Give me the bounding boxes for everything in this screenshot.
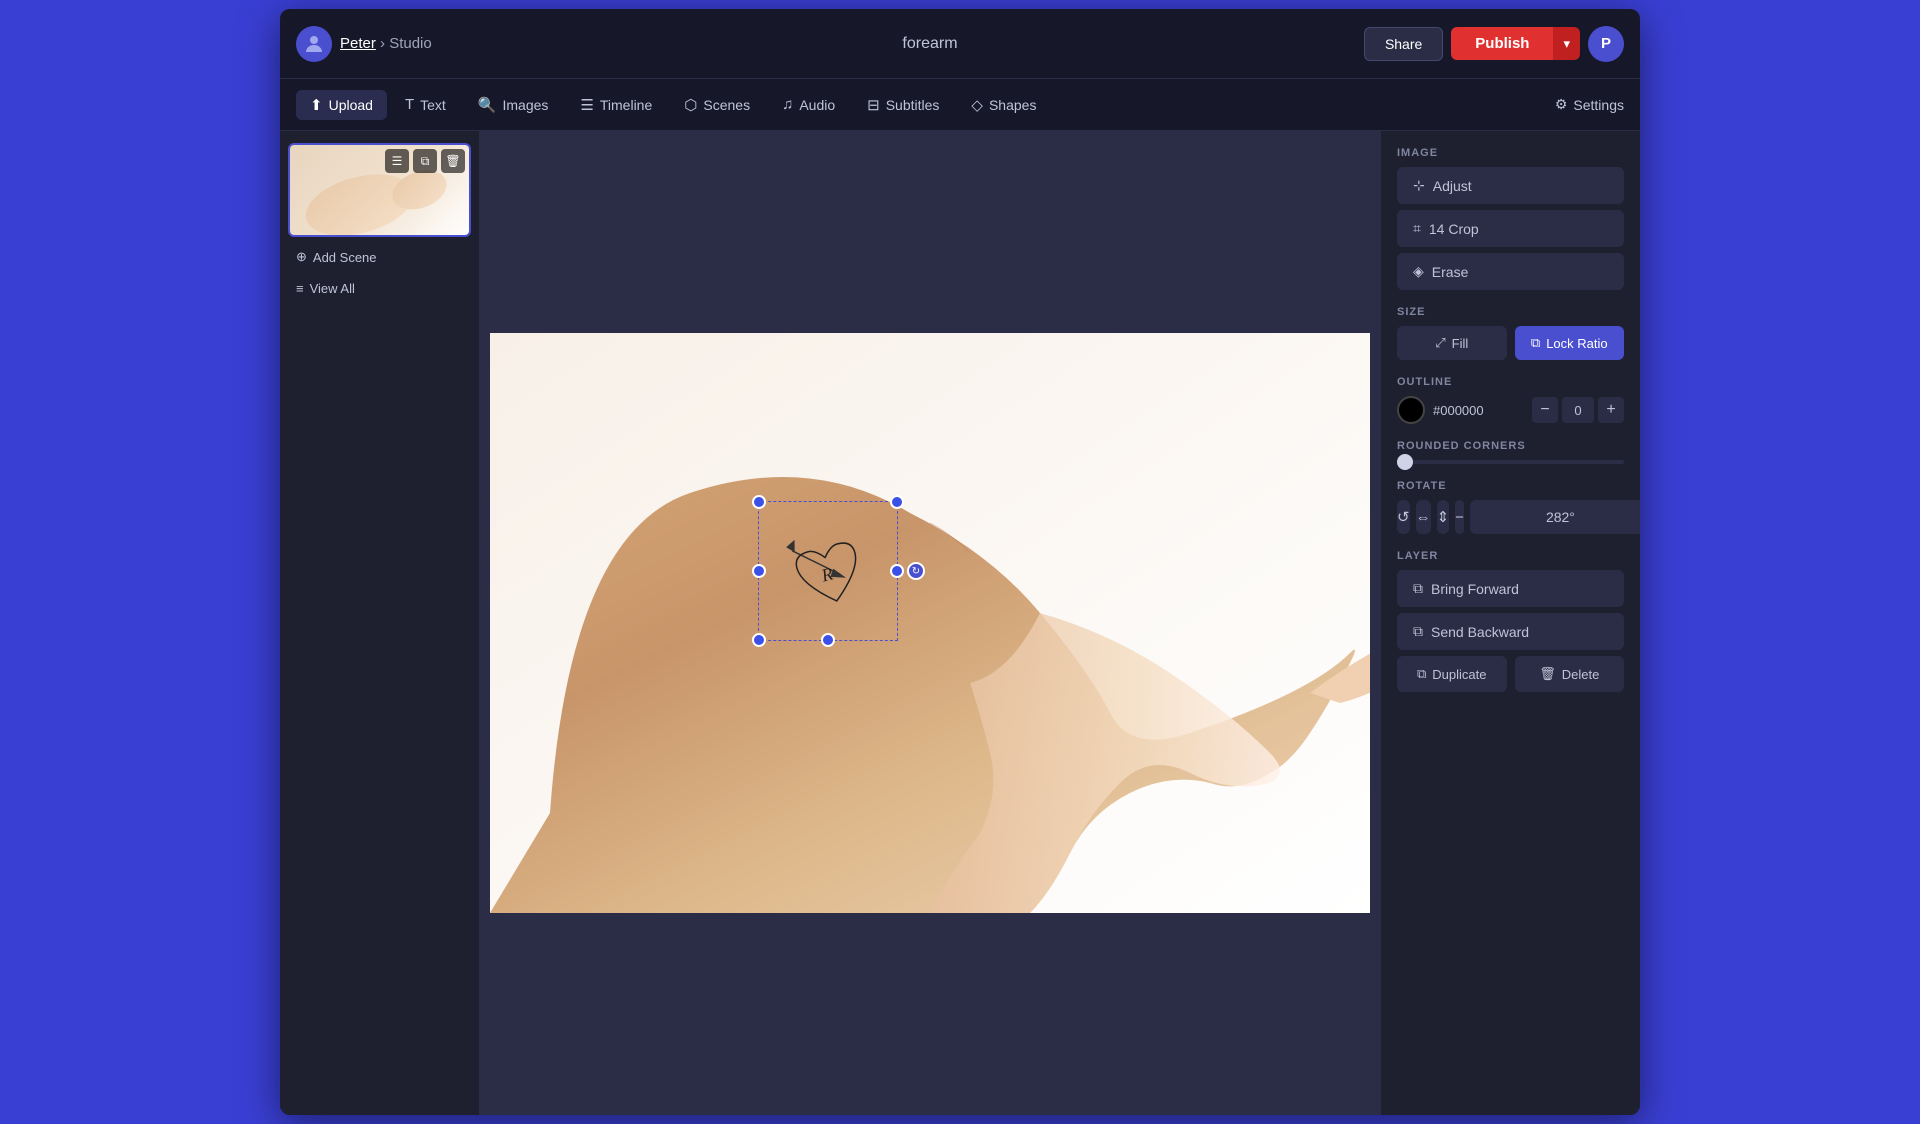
canvas-area[interactable]: ↻ [480,131,1380,1115]
scenes-icon: ⬡ [684,96,697,114]
outline-value-input[interactable] [1562,397,1594,423]
lock-ratio-icon: ⧉ [1531,335,1540,351]
settings-button[interactable]: ⚙ Settings [1555,96,1624,113]
lock-ratio-button[interactable]: ⧉ Lock Ratio [1515,326,1625,360]
outline-num-control: − + [1532,397,1624,423]
outline-decrease-button[interactable]: − [1532,397,1558,423]
scene-controls: ☰ ⧉ 🗑 [385,149,465,173]
images-icon: 🔍 [478,96,497,114]
breadcrumb-sep: › [380,35,385,52]
outline-color-value: #000000 [1433,403,1524,418]
erase-button[interactable]: ◈ Erase [1397,253,1624,290]
right-panel: IMAGE ⊹ Adjust ⌗ 14 Crop ◈ Erase [1380,131,1640,1115]
toolbar-audio[interactable]: ♫ Audio [768,90,849,119]
text-icon: T [405,96,414,113]
toolbar-upload[interactable]: ⬆ Upload [296,90,387,120]
audio-icon: ♫ [782,96,793,113]
fill-icon: ⤢ [1435,335,1445,351]
rounded-corners-section: ROUNDED CORNERS [1397,440,1624,464]
add-scene-button[interactable]: ⊕ Add Scene [288,245,471,269]
erase-icon: ◈ [1413,263,1424,280]
toolbar-timeline[interactable]: ☰ Timeline [566,90,666,120]
view-all-button[interactable]: ≡ View All [288,277,471,300]
outline-section: OUTLINE #000000 − + [1397,376,1624,424]
image-section: IMAGE ⊹ Adjust ⌗ 14 Crop ◈ Erase [1397,147,1624,290]
layer-section-label: LAYER [1397,550,1624,562]
shapes-icon: ◇ [971,96,983,114]
sidebar: ☰ ⧉ 🗑 ⊕ Add Scene ≡ View All [280,131,480,1115]
breadcrumb-user[interactable]: Peter [340,35,376,52]
breadcrumb: Peter › Studio [340,35,432,52]
delete-button[interactable]: 🗑 Delete [1515,656,1625,692]
toolbar-text[interactable]: T Text [391,90,460,119]
settings-icon: ⚙ [1555,96,1568,113]
send-backward-button[interactable]: ⧉ Send Backward [1397,613,1624,650]
view-all-icon: ≡ [296,281,304,296]
send-backward-icon: ⧉ [1413,623,1423,640]
publish-group: Publish ▾ [1451,27,1580,60]
upload-icon: ⬆ [310,96,323,114]
scene-reorder-button[interactable]: ☰ [385,149,409,173]
toolbar-subtitles[interactable]: ⊟ Subtitles [853,90,953,120]
canvas-frame: ↻ [490,333,1370,913]
size-section-label: SIZE [1397,306,1624,318]
outline-color-swatch[interactable] [1397,396,1425,424]
delete-icon: 🗑 [1539,666,1556,682]
bring-forward-icon: ⧉ [1413,580,1423,597]
size-section: SIZE ⤢ Fill ⧉ Lock Ratio [1397,306,1624,360]
flip-horizontal-button[interactable]: ⇔ [1416,500,1431,534]
crop-icon: ⌗ [1413,220,1421,237]
rotate-section-label: ROTATE [1397,480,1624,492]
share-button[interactable]: Share [1364,27,1443,61]
scene-copy-button[interactable]: ⧉ [413,149,437,173]
image-section-label: IMAGE [1397,147,1624,159]
project-title: forearm [902,35,957,53]
user-initials-badge[interactable]: P [1588,26,1624,62]
outline-section-label: OUTLINE [1397,376,1624,388]
duplicate-icon: ⧉ [1417,666,1426,682]
user-avatar[interactable] [296,26,332,62]
rounded-corners-slider[interactable] [1397,460,1624,464]
fill-button[interactable]: ⤢ Fill [1397,326,1507,360]
rotate-decrease-button[interactable]: − [1455,500,1464,534]
adjust-icon: ⊹ [1413,177,1425,194]
outline-increase-button[interactable]: + [1598,397,1624,423]
breadcrumb-studio: Studio [389,35,432,52]
adjust-button[interactable]: ⊹ Adjust [1397,167,1624,204]
layer-section: LAYER ⧉ Bring Forward ⧉ Send Backward ⧉ … [1397,550,1624,692]
flip-vertical-button[interactable]: ⇕ [1437,500,1450,534]
duplicate-button[interactable]: ⧉ Duplicate [1397,656,1507,692]
publish-dropdown-button[interactable]: ▾ [1553,27,1580,60]
toolbar-scenes[interactable]: ⬡ Scenes [670,90,764,120]
toolbar: ⬆ Upload T Text 🔍 Images ☰ Timeline ⬡ Sc… [280,79,1640,131]
add-scene-icon: ⊕ [296,249,307,265]
subtitles-icon: ⊟ [867,96,880,114]
timeline-icon: ☰ [580,96,593,114]
scene-thumbnail-1[interactable]: ☰ ⧉ 🗑 [288,143,471,237]
bring-forward-button[interactable]: ⧉ Bring Forward [1397,570,1624,607]
rotate-value-input[interactable]: 282° [1470,500,1640,534]
toolbar-shapes[interactable]: ◇ Shapes [957,90,1050,120]
rotate-ccw-button[interactable]: ↺ [1397,500,1410,534]
publish-button[interactable]: Publish [1451,27,1553,60]
crop-button[interactable]: ⌗ 14 Crop [1397,210,1624,247]
scene-delete-button[interactable]: 🗑 [441,149,465,173]
rounded-corners-label: ROUNDED CORNERS [1397,440,1624,452]
rotate-section: ROTATE ↺ ⇔ ⇕ − 282° + [1397,480,1624,534]
toolbar-images[interactable]: 🔍 Images [464,90,563,120]
